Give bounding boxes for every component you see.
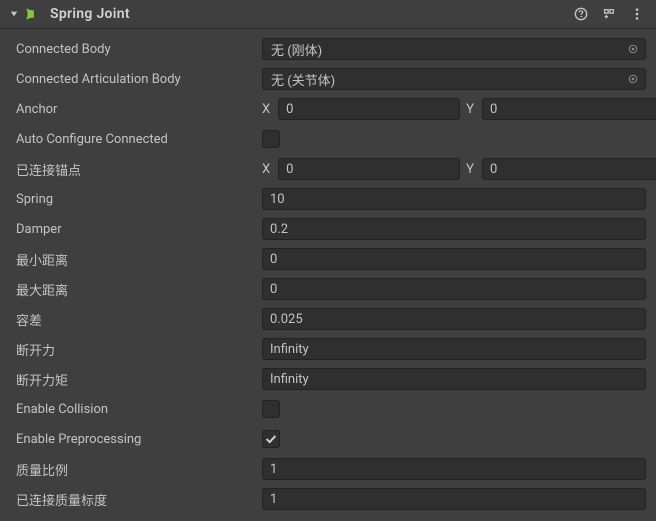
object-picker-icon[interactable] <box>625 41 641 57</box>
break-force-label: 断开力 <box>16 340 262 359</box>
max-distance-input[interactable] <box>262 278 646 300</box>
spring-label: Spring <box>16 192 262 207</box>
connected-body-field[interactable]: 无 (刚体) <box>262 38 646 60</box>
component-title: Spring Joint <box>50 6 574 22</box>
component-body: Connected Body 无 (刚体) Connected Articula… <box>0 29 656 521</box>
y-label: Y <box>466 102 476 117</box>
x-label: X <box>262 102 272 117</box>
enable-preprocessing-checkbox[interactable] <box>262 430 280 448</box>
component-header: Spring Joint <box>0 0 656 29</box>
min-distance-label: 最小距离 <box>16 250 262 269</box>
connected-body-label: Connected Body <box>16 42 262 57</box>
connected-anchor-y-input[interactable] <box>482 158 656 180</box>
anchor-x-input[interactable] <box>278 98 460 120</box>
connected-anchor-x-input[interactable] <box>278 158 460 180</box>
connected-anchor-label: 已连接锚点 <box>16 160 262 179</box>
x-label: X <box>262 162 272 177</box>
tolerance-input[interactable] <box>262 308 646 330</box>
enable-preprocessing-label: Enable Preprocessing <box>16 432 262 447</box>
y-label: Y <box>466 162 476 177</box>
auto-configure-connected-label: Auto Configure Connected <box>16 132 262 147</box>
break-force-input[interactable] <box>262 338 646 360</box>
enable-collision-checkbox[interactable] <box>262 400 280 418</box>
mass-scale-label: 质量比例 <box>16 460 262 479</box>
connected-mass-scale-label: 已连接质量标度 <box>16 490 262 509</box>
foldout-toggle-icon[interactable] <box>8 8 20 20</box>
anchor-label: Anchor <box>16 102 262 117</box>
help-icon[interactable] <box>574 7 588 21</box>
connected-articulation-body-field[interactable]: 无 (关节体) <box>262 68 646 90</box>
menu-icon[interactable] <box>630 7 644 21</box>
spring-joint-icon <box>24 6 40 22</box>
connected-mass-scale-input[interactable] <box>262 488 646 510</box>
auto-configure-connected-checkbox[interactable] <box>262 130 280 148</box>
damper-input[interactable] <box>262 218 646 240</box>
min-distance-input[interactable] <box>262 248 646 270</box>
object-picker-icon[interactable] <box>625 71 641 87</box>
preset-icon[interactable] <box>602 7 616 21</box>
tolerance-label: 容差 <box>16 310 262 329</box>
anchor-y-input[interactable] <box>482 98 656 120</box>
connected-articulation-body-label: Connected Articulation Body <box>16 72 262 87</box>
spring-input[interactable] <box>262 188 646 210</box>
enable-collision-label: Enable Collision <box>16 402 262 417</box>
damper-label: Damper <box>16 222 262 237</box>
break-torque-label: 断开力矩 <box>16 370 262 389</box>
break-torque-input[interactable] <box>262 368 646 390</box>
mass-scale-input[interactable] <box>262 458 646 480</box>
max-distance-label: 最大距离 <box>16 280 262 299</box>
